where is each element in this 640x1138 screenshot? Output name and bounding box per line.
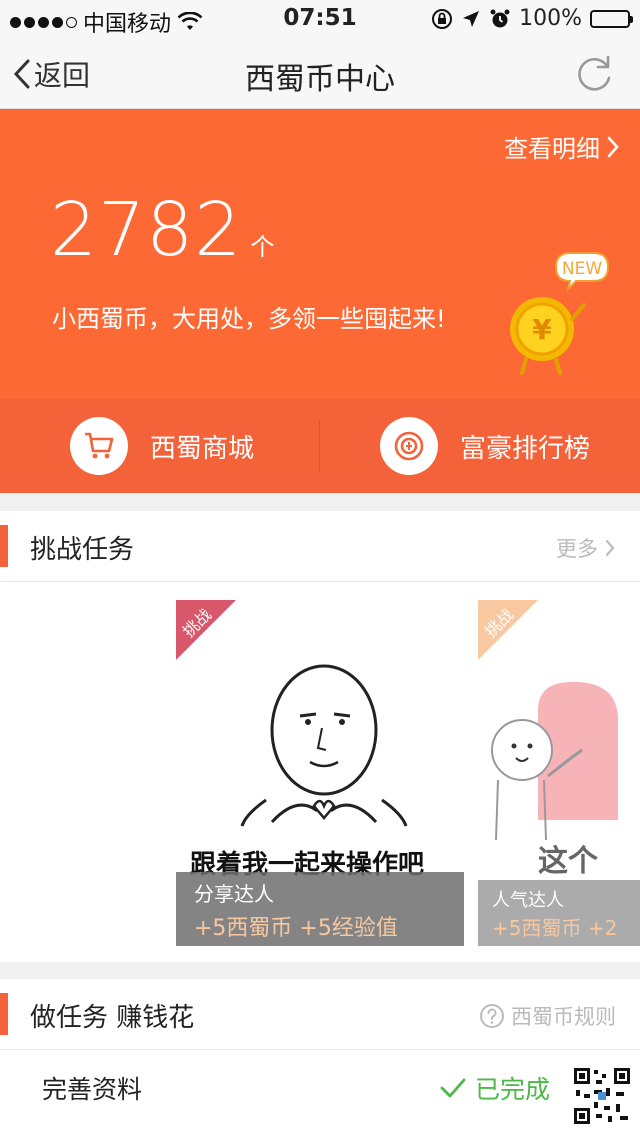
balance-number: 2782 (50, 187, 243, 273)
card-caption: 人气达人 +5西蜀币 +2 (478, 880, 640, 946)
challenge-card-list: 跟着我一起来操作吧 挑战 分享达人 +5西蜀币 +5经验值 这个 挑战 人气达人… (0, 582, 640, 962)
alarm-icon (490, 9, 510, 27)
ranking-shortcut[interactable]: 富豪排行榜 (380, 399, 590, 493)
card-name: 分享达人 (194, 882, 274, 906)
location-icon (463, 10, 480, 27)
shortcut-bar: 西蜀商城 富豪排行榜 (0, 399, 640, 493)
orientation-lock-icon (432, 8, 453, 29)
view-details-link[interactable]: 查看明细 (504, 129, 620, 164)
challenge-card[interactable]: 跟着我一起来操作吧 挑战 分享达人 +5西蜀币 +5经验值 (176, 600, 464, 946)
card-reward: +5西蜀币 +2 (492, 916, 618, 940)
mall-shortcut[interactable]: 西蜀商城 (70, 399, 254, 493)
section-title: 做任务 赚钱花 (30, 1003, 195, 1033)
chevron-right-icon (605, 539, 615, 557)
coin-rules-link[interactable]: 西蜀币规则 (479, 1001, 616, 1031)
earn-tasks-section: 做任务 赚钱花 西蜀币规则 完善资料 已完成 (0, 979, 640, 1138)
task-row[interactable]: 完善资料 已完成 (0, 1049, 640, 1126)
battery-icon (590, 9, 633, 28)
ranking-icon (380, 417, 438, 475)
slogan-text: 小西蜀币，大用处，多领一些囤起来! (52, 305, 446, 333)
battery-percent: 100% (519, 6, 582, 31)
task-status: 已完成 (439, 1070, 550, 1106)
task-status-label: 已完成 (474, 1075, 550, 1104)
check-icon (440, 1078, 466, 1098)
challenge-header: 挑战任务 更多 (0, 511, 640, 582)
refresh-icon[interactable] (572, 52, 616, 96)
coin-balance-header: 查看明细 2782 个 小西蜀币，大用处，多领一些囤起来! NEW ¥ (0, 109, 640, 399)
cart-icon (70, 417, 128, 475)
card-name: 人气达人 (492, 890, 564, 911)
card-reward: +5西蜀币 +5经验值 (194, 916, 398, 941)
navigation-bar: 返回 西蜀币中心 (0, 40, 640, 109)
balance-unit: 个 (250, 233, 275, 261)
view-details-label: 查看明细 (504, 135, 600, 163)
section-marker (0, 525, 8, 567)
coin-mascot-icon: NEW ¥ (510, 252, 610, 375)
coin-balance: 2782 个 (50, 187, 274, 273)
qr-code-icon (572, 1066, 632, 1126)
status-bar: 中国移动 07:51 100% (0, 0, 640, 40)
card-caption: 分享达人 +5西蜀币 +5经验值 (176, 872, 464, 946)
challenge-card[interactable]: 这个 挑战 人气达人 +5西蜀币 +2 (478, 600, 640, 946)
coin-rules-label: 西蜀币规则 (511, 1005, 616, 1029)
task-name: 完善资料 (42, 1075, 143, 1104)
help-icon (480, 1004, 504, 1028)
coin-symbol-text: ¥ (532, 313, 552, 346)
new-badge-text: NEW (562, 259, 602, 279)
meme-caption: 这个 (538, 844, 598, 879)
section-marker (0, 993, 8, 1035)
ranking-label: 富豪排行榜 (460, 433, 591, 464)
more-label: 更多 (556, 537, 598, 561)
challenge-section: 挑战任务 更多 跟着我一起来操作吧 挑战 分享达人 +5西蜀币 +5经验值 这个… (0, 511, 640, 962)
page-title: 西蜀币中心 (245, 62, 395, 97)
earn-tasks-header: 做任务 赚钱花 西蜀币规则 (0, 979, 640, 1049)
divider (319, 419, 320, 473)
section-title: 挑战任务 (30, 535, 135, 565)
chevron-right-icon (607, 136, 619, 157)
more-link[interactable]: 更多 (556, 533, 616, 563)
mall-label: 西蜀商城 (150, 433, 255, 464)
